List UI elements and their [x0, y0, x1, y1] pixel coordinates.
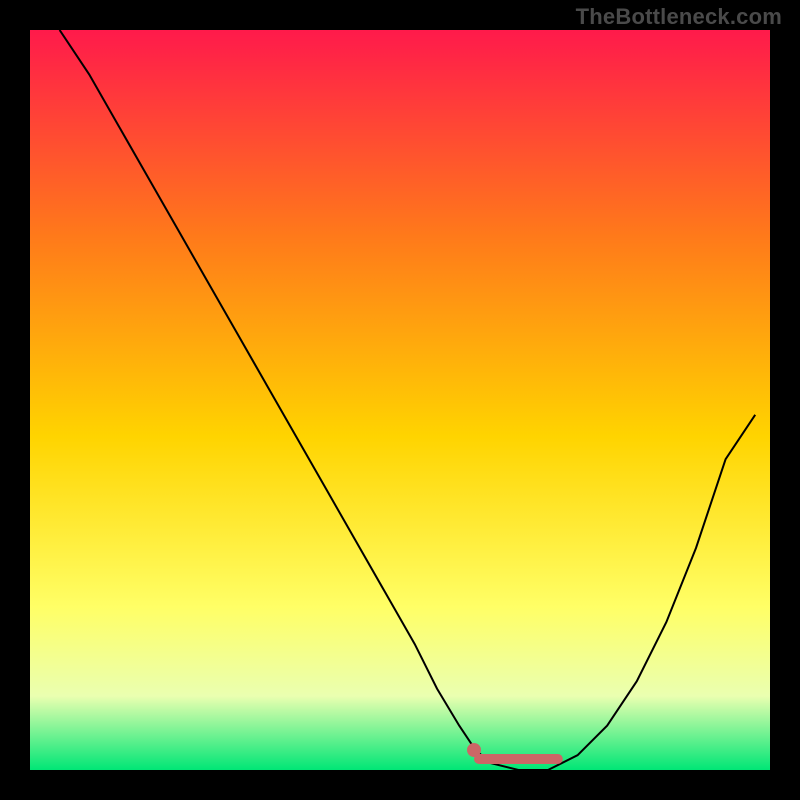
plot-area — [30, 30, 770, 770]
watermark-text: TheBottleneck.com — [576, 4, 782, 30]
optimal-marker-dot — [467, 743, 481, 757]
bottleneck-chart — [30, 30, 770, 770]
optimal-range-bar — [474, 754, 563, 764]
chart-root: TheBottleneck.com — [0, 0, 800, 800]
gradient-background — [30, 30, 770, 770]
